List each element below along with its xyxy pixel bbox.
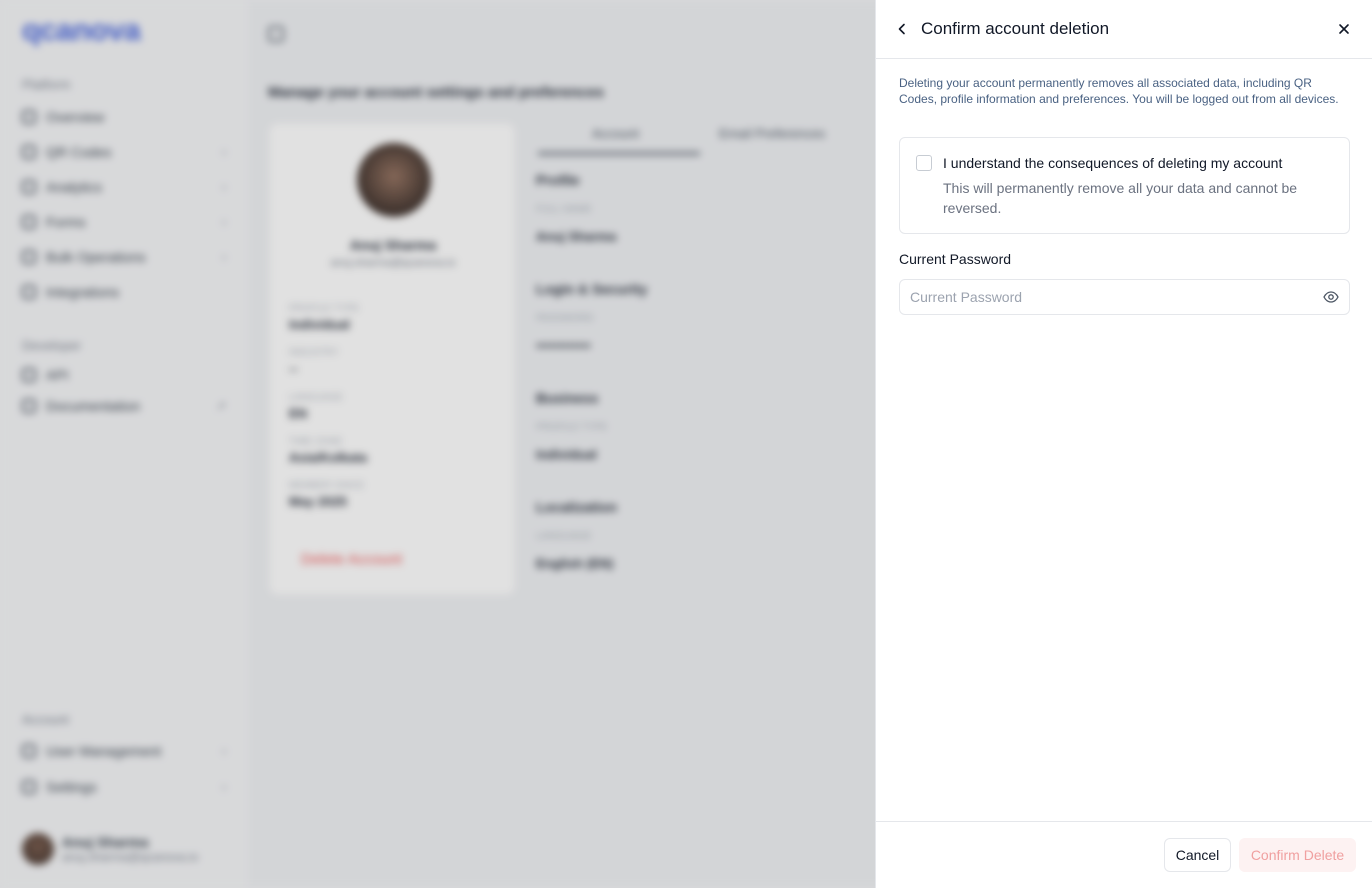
confirm-delete-button[interactable]: Confirm Delete [1239, 838, 1356, 872]
confirm-deletion-drawer: Confirm account deletion Deleting your a… [875, 0, 1372, 888]
chevron-left-icon [898, 23, 905, 35]
eye-icon [1323, 291, 1339, 303]
close-button[interactable] [1332, 17, 1356, 41]
current-password-input[interactable] [900, 280, 1310, 314]
consent-box: I understand the consequences of deletin… [899, 137, 1350, 234]
close-icon [1339, 24, 1349, 34]
toggle-password-visibility-button[interactable] [1322, 289, 1340, 305]
password-label: Current Password [899, 251, 1012, 267]
deletion-description: Deleting your account permanently remove… [899, 76, 1339, 106]
consent-title[interactable]: I understand the consequences of deletin… [943, 155, 1282, 171]
back-button[interactable] [891, 17, 913, 41]
password-field [899, 279, 1350, 315]
drawer-title: Confirm account deletion [921, 19, 1110, 38]
consent-subtitle: This will permanently remove all your da… [943, 180, 1298, 216]
drawer-footer: Cancel Confirm Delete [876, 821, 1372, 888]
cancel-button[interactable]: Cancel [1164, 838, 1231, 872]
consent-checkbox[interactable] [916, 155, 932, 171]
drawer-header: Confirm account deletion [876, 0, 1372, 59]
